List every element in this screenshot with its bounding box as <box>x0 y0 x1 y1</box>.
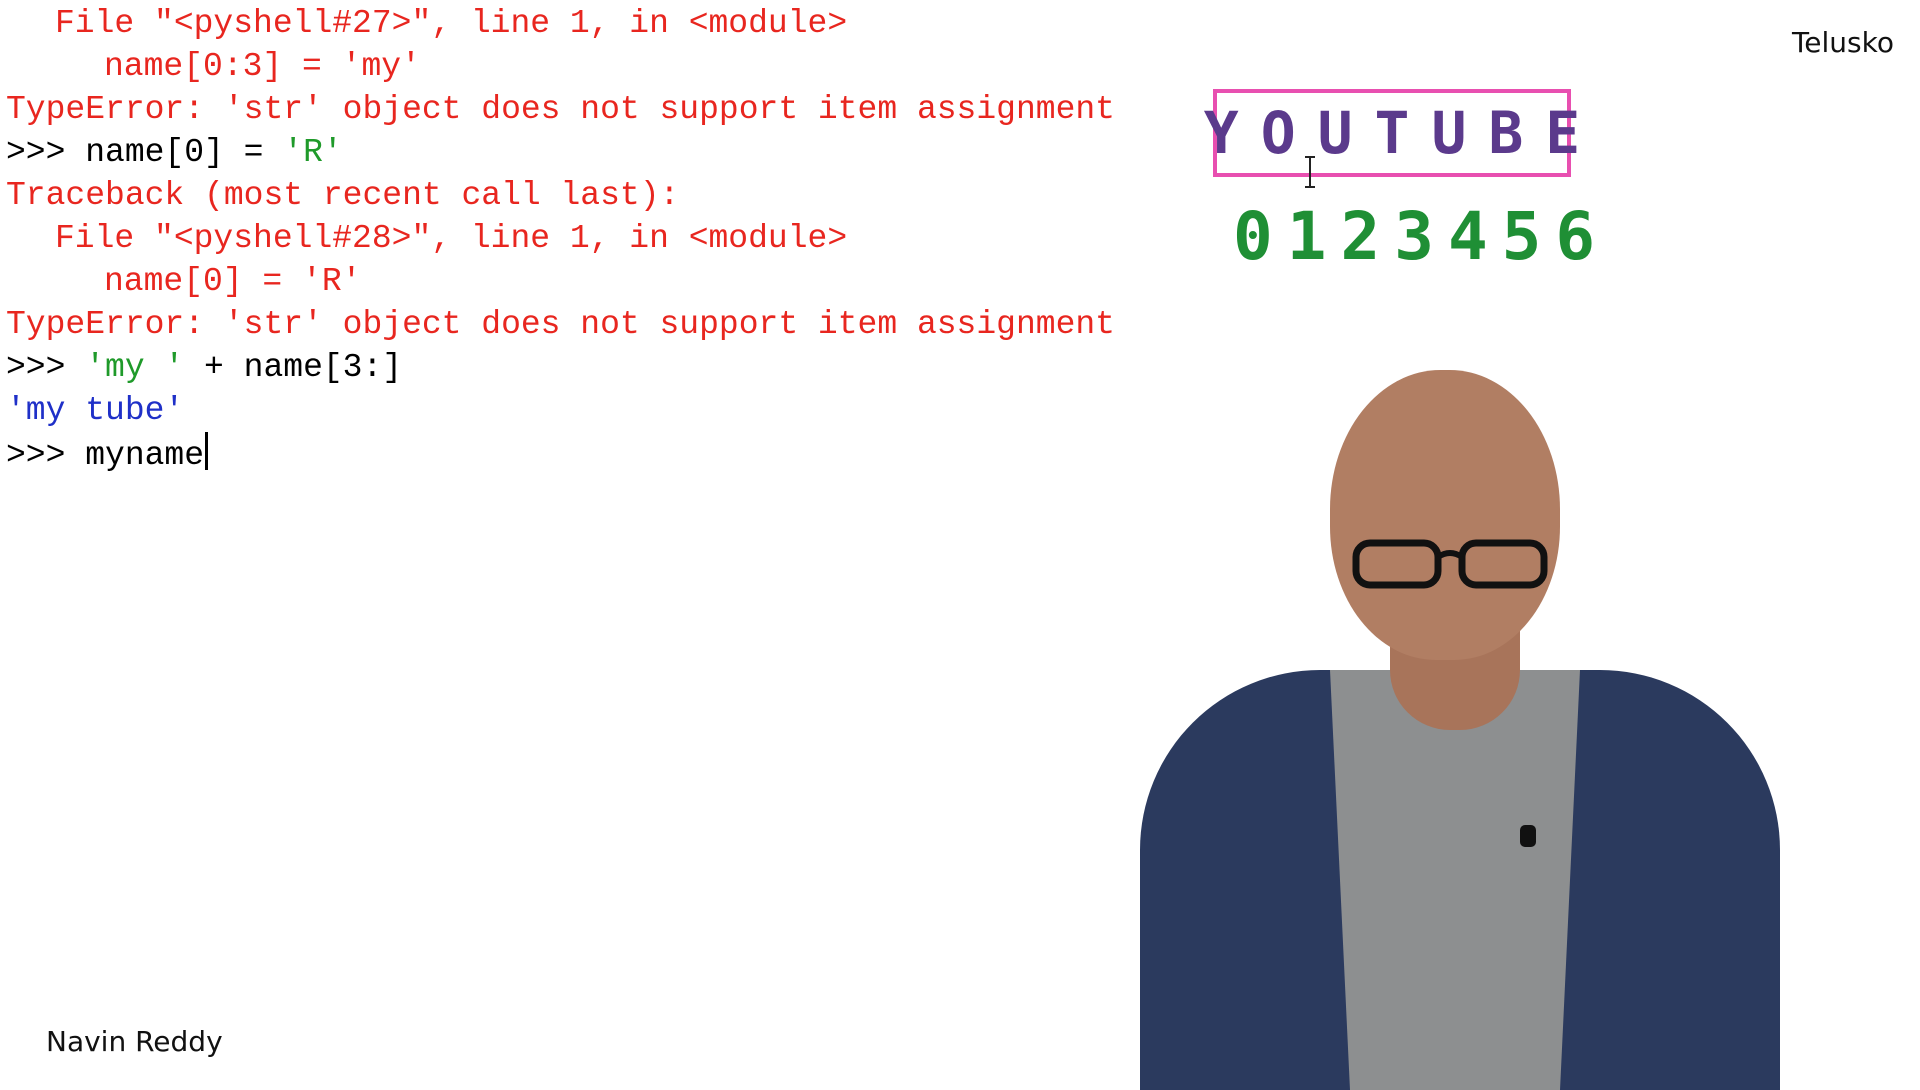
presenter-shirt <box>1330 670 1580 1090</box>
prompt-line: >>> name[0] = 'R' <box>6 131 1386 174</box>
string-overlay-box: YOUTUBE <box>1204 89 1580 177</box>
string-letters: YOUTUBE <box>1203 99 1603 167</box>
type-error-line: TypeError: 'str' object does not support… <box>6 306 1115 343</box>
typed-input[interactable]: myname <box>85 437 204 474</box>
string-literal: 'R' <box>283 134 343 171</box>
traceback-file-line: File "<pyshell#27>", line 1, in <module> <box>55 5 848 42</box>
prompt: >>> <box>6 134 86 171</box>
lapel-mic-icon <box>1520 825 1536 847</box>
text-cursor <box>205 432 209 470</box>
traceback-code-line: name[0] = 'R' <box>104 263 362 300</box>
string-indices: 0123456 <box>1233 198 1610 275</box>
traceback-file-line: File "<pyshell#28>", line 1, in <module> <box>55 220 848 257</box>
presenter-name-caption: Navin Reddy <box>46 1025 223 1058</box>
presenter-video <box>1100 370 1820 1090</box>
code: + name[3:] <box>184 349 403 386</box>
ibeam-cursor-icon <box>1305 156 1315 188</box>
presenter-head <box>1330 370 1560 660</box>
prompt: >>> <box>6 349 86 386</box>
prompt: >>> <box>6 437 86 474</box>
channel-watermark: Telusko <box>1791 26 1894 59</box>
glasses-icon <box>1352 539 1548 589</box>
string-literal: 'my ' <box>85 349 185 386</box>
traceback-code-line: name[0:3] = 'my' <box>104 48 421 85</box>
type-error-line: TypeError: 'str' object does not support… <box>6 91 1115 128</box>
traceback-header-line: Traceback (most recent call last): <box>6 177 680 214</box>
code: name[0] = <box>85 134 284 171</box>
